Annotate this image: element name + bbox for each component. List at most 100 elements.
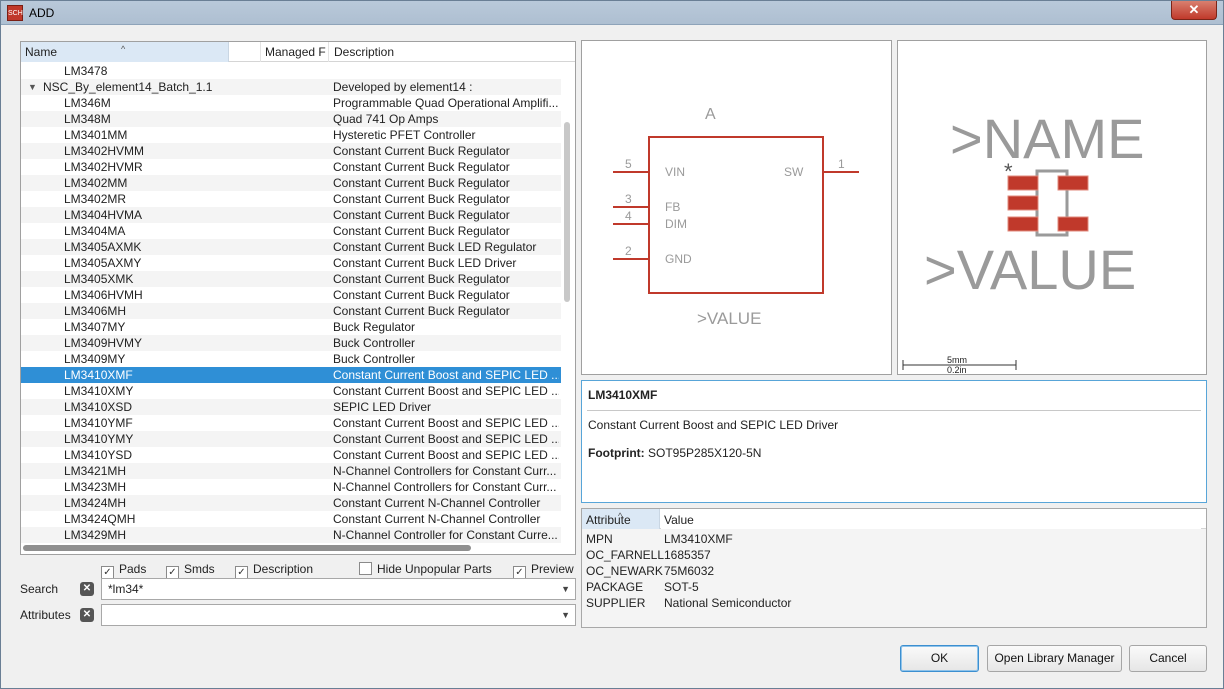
table-row[interactable]: LM3423MH N-Channel Controllers for Consta… [21,479,561,495]
attribute-row[interactable]: OC_NEWARK 75M6032 [582,563,1206,579]
table-row[interactable]: LM3401MM Hysteretic PFET Controller [21,127,561,143]
vertical-scrollbar[interactable] [564,122,570,302]
open-library-manager-button[interactable]: Open Library Manager [987,645,1122,672]
part-name-cell: NSC_By_element14_Batch_1.1 [43,80,213,94]
footprint-label: Footprint: [588,446,645,460]
part-name-cell: LM3409MY [64,352,126,366]
table-row[interactable]: LM3405AXMY Constant Current Buck LED Driv… [21,255,561,271]
attribute-table[interactable]: ^ Attribute Value MPN LM3410XMF OC_FARNELL… [581,508,1207,628]
smd-pad [1007,216,1039,232]
table-row[interactable]: LM3404HVMA Constant Current Buck Regulato… [21,207,561,223]
preview-label: Preview [531,562,574,576]
search-input[interactable]: *lm34* ▼ [101,578,576,600]
part-name-cell: LM3410XSD [64,400,133,414]
attribute-row[interactable]: SUPPLIER National Semiconductor [582,595,1206,611]
table-row[interactable]: LM3402MM Constant Current Buck Regulator [21,175,561,191]
column-header-attribute[interactable]: ^ Attribute [582,509,660,529]
table-row[interactable]: LM348M Quad 741 Op Amps [21,111,561,127]
part-name-cell: LM3423MH [64,480,127,494]
table-row[interactable]: LM3424MH Constant Current N-Channel Contr… [21,495,561,511]
table-row[interactable]: LM3410XMY Constant Current Boost and SEPI… [21,383,561,399]
pads-option[interactable]: ✓ Pads [101,562,146,579]
part-description-cell: Constant Current Boost and SEPIC LED ... [333,432,559,446]
attribute-key: SUPPLIER [586,596,646,610]
hide-unpopular-checkbox[interactable] [359,562,372,575]
attribute-row[interactable]: PACKAGE SOT-5 [582,579,1206,595]
table-row[interactable]: LM3402MR Constant Current Buck Regulator [21,191,561,207]
table-row[interactable]: LM3424QMH Constant Current N-Channel Cont… [21,511,561,527]
parts-list[interactable]: ^ Name Managed F Description LM3478 ▼ NSC_… [20,41,576,555]
clear-attributes-icon[interactable]: ✕ [80,608,94,622]
table-row[interactable]: LM3478 [21,63,561,79]
preview-option[interactable]: ✓ Preview [513,562,574,579]
table-row[interactable]: LM3421MH N-Channel Controllers for Consta… [21,463,561,479]
chevron-down-icon[interactable]: ▼ [561,579,570,599]
description-option[interactable]: ✓ Description [235,562,314,579]
attribute-key: OC_FARNELL [586,548,665,562]
table-row[interactable]: LM3410YMF Constant Current Boost and SEPI… [21,415,561,431]
part-description-cell: N-Channel Controllers for Constant Curr.… [333,480,557,494]
pin-name: FB [665,200,680,214]
table-row[interactable]: LM3407MY Buck Regulator [21,319,561,335]
column-header-value[interactable]: Value [661,509,1201,529]
column-header-description[interactable]: Description [331,42,561,62]
expand-arrow-icon[interactable]: ▼ [28,79,37,95]
hide-unpopular-option[interactable]: Hide Unpopular Parts [359,562,492,576]
part-name-cell: LM3410YMF [64,416,133,430]
part-name-cell: LM348M [64,112,111,126]
description-label: Description [253,562,314,576]
table-row[interactable]: LM3405XMK Constant Current Buck Regulator [21,271,561,287]
library-group-row[interactable]: ▼ NSC_By_element14_Batch_1.1 Developed by … [21,79,561,95]
pin-number: 1 [838,157,845,171]
close-button[interactable]: ✕ [1171,1,1217,20]
symbol-value-text: >VALUE [697,309,761,328]
part-name-cell: LM3405AXMK [64,240,142,254]
list-rows: LM3478 ▼ NSC_By_element14_Batch_1.1 Develop… [21,63,561,543]
column-header-name[interactable]: ^ Name [21,42,229,62]
part-description-cell: Constant Current Buck LED Regulator [333,240,537,254]
symbol-body [648,136,824,294]
table-row[interactable]: LM3409HVMY Buck Controller [21,335,561,351]
attribute-key: PACKAGE [586,580,644,594]
part-description-cell: Constant Current N-Channel Controller [333,496,541,510]
table-row[interactable]: LM3402HVMR Constant Current Buck Regulato… [21,159,561,175]
table-row[interactable]: LM3429MH N-Channel Controller for Constan… [21,527,561,543]
table-row[interactable]: LM3410YSD Constant Current Boost and SEPI… [21,447,561,463]
table-row[interactable]: LM3406MH Constant Current Buck Regulator [21,303,561,319]
part-description-cell: SEPIC LED Driver [333,400,432,414]
table-row[interactable]: LM3410XMF Constant Current Boost and SEPI… [21,367,561,383]
table-row[interactable]: LM3406HVMH Constant Current Buck Regulato… [21,287,561,303]
part-name-cell: LM3402MM [64,176,128,190]
attributes-input[interactable]: ▼ [101,604,576,626]
part-description-cell: N-Channel Controller for Constant Curre.… [333,528,558,542]
table-row[interactable]: LM3409MY Buck Controller [21,351,561,367]
table-row[interactable]: LM3404MA Constant Current Buck Regulator [21,223,561,239]
clear-search-icon[interactable]: ✕ [80,582,94,596]
ok-button[interactable]: OK [900,645,979,672]
table-row[interactable]: LM3402HVMM Constant Current Buck Regulato… [21,143,561,159]
symbol-drawing: A 5 3 4 2 1 VIN FB DIM GND SW >VALUE [613,106,859,328]
part-info-panel: LM3410XMF Constant Current Boost and SEP… [581,380,1207,503]
part-name-cell: LM3407MY [64,320,126,334]
title-bar[interactable]: SCH ADD ✕ [1,1,1223,25]
table-row[interactable]: LM346M Programmable Quad Operational Ampl… [21,95,561,111]
part-description-cell: Constant Current Buck Regulator [333,192,510,206]
footprint-name-text: >NAME [950,107,1145,170]
chevron-down-icon[interactable]: ▼ [561,605,570,625]
attribute-row[interactable]: MPN LM3410XMF [582,531,1206,547]
table-row[interactable]: LM3410XSD SEPIC LED Driver [21,399,561,415]
column-header-managed[interactable]: Managed F [261,42,329,62]
horizontal-scrollbar[interactable] [23,545,471,551]
smds-option[interactable]: ✓ Smds [166,562,215,579]
cancel-button[interactable]: Cancel [1129,645,1207,672]
part-description-cell: Constant Current Buck LED Driver [333,256,517,270]
footprint-value: SOT95P285X120-5N [648,446,762,460]
add-dialog: SCH ADD ✕ ^ Name Managed F Description L… [0,0,1224,689]
attribute-row[interactable]: OC_FARNELL 1685357 [582,547,1206,563]
part-description-cell: Constant Current Buck Regulator [333,208,510,222]
table-row[interactable]: LM3405AXMK Constant Current Buck LED Regu… [21,239,561,255]
pin-name: VIN [665,165,685,179]
part-name-cell: LM3401MM [64,128,128,142]
attribute-key: MPN [586,532,613,546]
table-row[interactable]: LM3410YMY Constant Current Boost and SEPI… [21,431,561,447]
